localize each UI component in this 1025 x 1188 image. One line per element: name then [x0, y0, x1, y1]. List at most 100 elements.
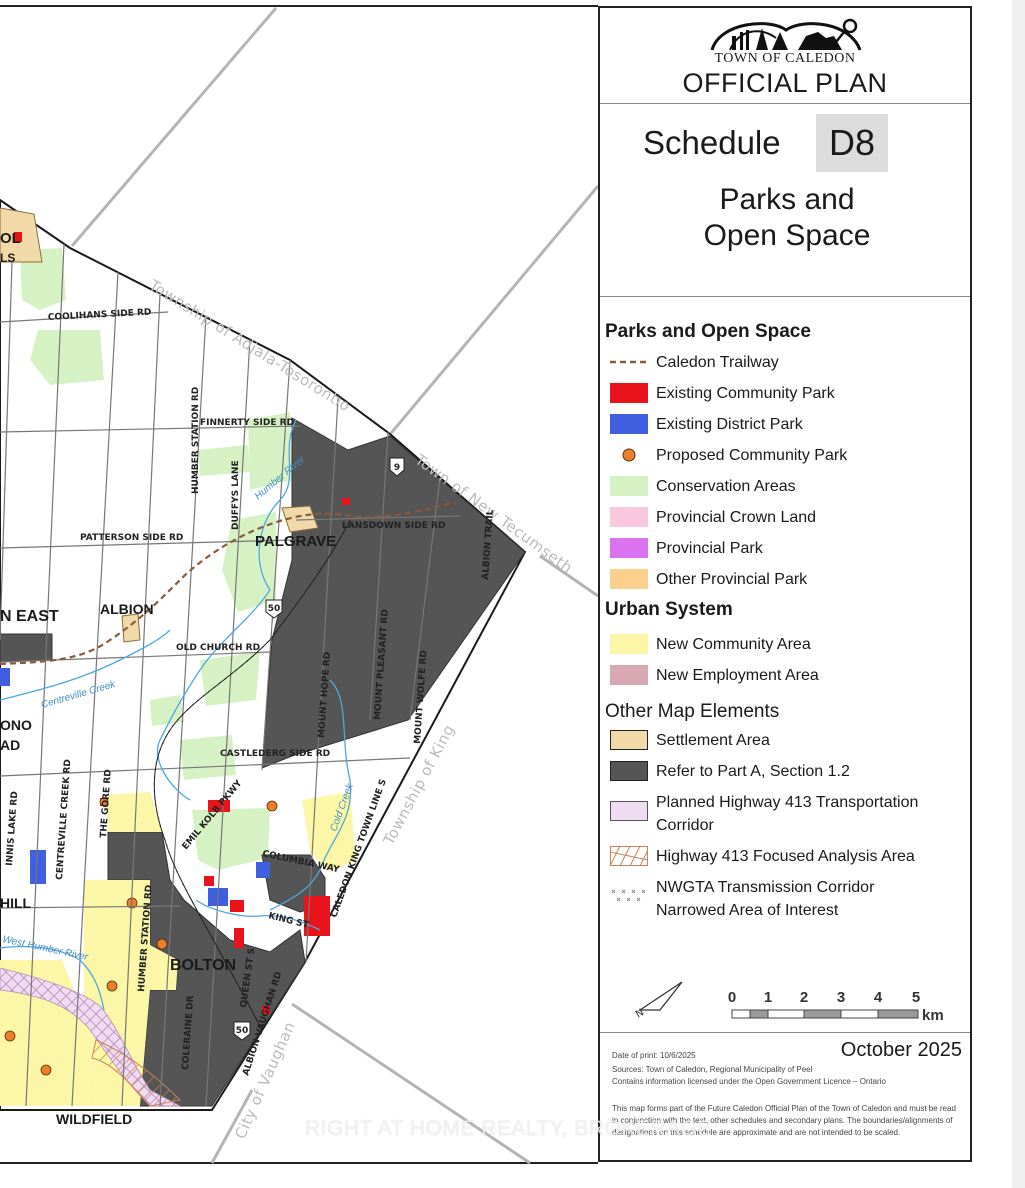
- other-provincial-park-swatch-icon: [610, 569, 648, 589]
- proposed-park-swatch-icon: [622, 448, 636, 462]
- schedule-subtitle-line2: Open Space: [703, 219, 871, 252]
- highway-413-corridor-swatch-icon: [610, 801, 648, 821]
- road-humber-station: HUMBER STATION RD: [191, 387, 201, 494]
- print-date: Date of print: 10/6/2025: [612, 1051, 696, 1060]
- new-employment-swatch-icon: [610, 665, 648, 685]
- scale-tick-2: 2: [800, 989, 808, 1006]
- legend-item-nwgta-corridor: NWGTA Transmission Corridor Narrowed Are…: [610, 876, 874, 922]
- sources-line1: Sources: Town of Caledon, Regional Munic…: [612, 1065, 813, 1074]
- legend-panel: TOWN OF CALEDON OFFICIAL PLAN Schedule D…: [598, 6, 972, 1162]
- svg-text:50: 50: [268, 604, 281, 614]
- legend-label: Provincial Park: [656, 540, 763, 557]
- legend-label-line2: Narrowed Area of Interest: [656, 902, 839, 919]
- legend-item-part-a: Refer to Part A, Section 1.2: [610, 760, 850, 786]
- legend-heading-other: Other Map Elements: [605, 701, 780, 722]
- road-old-church: OLD CHURCH RD: [176, 643, 260, 653]
- label-palgrave: PALGRAVE: [255, 533, 336, 550]
- legend-item-new-employment: New Employment Area: [610, 664, 819, 690]
- legend-item-conservation: Conservation Areas: [610, 475, 796, 501]
- town-name: TOWN OF CALEDON: [714, 51, 856, 66]
- schedule-label: Schedule: [643, 124, 781, 161]
- label-wildfield: WILDFIELD: [56, 1111, 132, 1127]
- legend-label: New Employment Area: [656, 667, 819, 684]
- district-park-swatch-icon: [610, 414, 648, 434]
- legend-item-other-provincial-park: Other Provincial Park: [610, 568, 807, 594]
- label-n-east: N EAST: [0, 608, 59, 625]
- legend-label: New Community Area: [656, 636, 811, 653]
- schedule-subtitle: Parks and Open Space: [600, 182, 974, 254]
- svg-text:9: 9: [394, 463, 400, 473]
- provincial-park-swatch-icon: [610, 538, 648, 558]
- legend-label: Planned Highway 413 Transportation Corri…: [656, 791, 918, 837]
- svg-text:50: 50: [236, 1026, 249, 1036]
- road-patterson: PATTERSON SIDE RD: [80, 533, 183, 543]
- scale-bar: N 0 1 2 3 4 5 km: [634, 981, 944, 1024]
- settlement-swatch-icon: [610, 730, 648, 750]
- trailway-swatch-icon: [610, 360, 648, 364]
- map-canvas[interactable]: 9 50 50 Township of Adjala-Tosorontio To…: [0, 0, 598, 1188]
- legend-label: Refer to Part A, Section 1.2: [656, 763, 850, 780]
- legend-heading-parks: Parks and Open Space: [605, 321, 811, 342]
- schedule-block: Schedule D8 Parks and Open Space: [600, 104, 970, 297]
- legend-item-highway-413-focused: Highway 413 Focused Analysis Area: [610, 845, 915, 871]
- legend-label: Proposed Community Park: [656, 447, 848, 464]
- legend-label: Settlement Area: [656, 732, 770, 749]
- plan-title: OFFICIAL PLAN: [682, 68, 888, 98]
- plan-footer: Date of print: 10/6/2025 October 2025 So…: [600, 1032, 970, 1163]
- sources: Sources: Town of Caledon, Regional Munic…: [612, 1064, 972, 1088]
- right-edge-strip: [1012, 0, 1025, 1188]
- legend-label: Existing District Park: [656, 416, 803, 433]
- scale-tick-3: 3: [837, 989, 845, 1006]
- legend-item-highway-413-corridor: Planned Highway 413 Transportation Corri…: [610, 791, 918, 837]
- legend-item-provincial-park: Provincial Park: [610, 537, 763, 563]
- legend-label: Provincial Crown Land: [656, 509, 817, 526]
- plan-header: TOWN OF CALEDON OFFICIAL PLAN: [600, 8, 970, 104]
- scale-tick-4: 4: [874, 989, 883, 1006]
- part-a-swatch-icon: [610, 761, 648, 781]
- label-ol: OL: [0, 230, 21, 247]
- legend-label: NWGTA Transmission Corridor Narrowed Are…: [656, 876, 874, 922]
- legend-label: Highway 413 Focused Analysis Area: [656, 848, 915, 865]
- legend-item-new-community: New Community Area: [610, 633, 811, 659]
- community-park-swatch-icon: [610, 383, 648, 403]
- road-duffys: DUFFYS LANE: [231, 460, 241, 530]
- legend-item-trailway: Caledon Trailway: [610, 351, 779, 377]
- legend-label: Existing Community Park: [656, 385, 835, 402]
- legend-item-settlement: Settlement Area: [610, 729, 770, 755]
- footer-month: October 2025: [840, 1039, 962, 1061]
- label-albion: ALBION: [100, 601, 154, 617]
- crown-land-swatch-icon: [610, 507, 648, 527]
- legend-item-community-park: Existing Community Park: [610, 382, 835, 408]
- label-ls: LS: [0, 251, 15, 265]
- legend-label-line1: NWGTA Transmission Corridor: [656, 879, 875, 896]
- scale-unit: km: [922, 1007, 944, 1024]
- new-community-swatch-icon: [610, 634, 648, 654]
- caledon-logo-icon: [710, 18, 862, 51]
- highway-413-focused-swatch-icon: [610, 846, 648, 866]
- road-castlederg: CASTLEDERG SIDE RD: [220, 749, 330, 759]
- legend-heading-urban: Urban System: [605, 599, 733, 620]
- legend-item-district-park: Existing District Park: [610, 413, 803, 439]
- scale-block: N 0 1 2 3 4 5 km: [600, 968, 970, 1028]
- label-ad: AD: [0, 737, 20, 753]
- label-hill: HILL: [0, 895, 32, 911]
- svg-text:N: N: [634, 1007, 646, 1020]
- schedule-subtitle-line1: Parks and: [719, 183, 855, 216]
- nwgta-corridor-swatch-icon: [611, 889, 646, 902]
- legend-item-proposed-park: Proposed Community Park: [610, 444, 847, 470]
- legend-label-line2: Corridor: [656, 817, 714, 834]
- watermark: RIGHT AT HOME REALTY, BROKERAGE: [305, 1117, 712, 1140]
- conservation-swatch-icon: [610, 476, 648, 496]
- scale-tick-0: 0: [728, 989, 736, 1006]
- north-arrow-icon: N: [634, 981, 683, 1021]
- road-lansdown: LANSDOWN SIDE RD: [342, 521, 445, 531]
- sources-line2: Contains information licensed under the …: [612, 1077, 886, 1086]
- legend-label: Other Provincial Park: [656, 571, 808, 588]
- road-finnerty: FINNERTY SIDE RD: [200, 418, 294, 428]
- legend-label-line1: Planned Highway 413 Transportation: [656, 794, 919, 811]
- label-ono: ONO: [0, 717, 32, 733]
- scale-tick-5: 5: [912, 989, 920, 1006]
- scale-tick-1: 1: [764, 989, 772, 1006]
- label-bolton: BOLTON: [170, 957, 236, 974]
- schedule-number: D8: [816, 114, 888, 172]
